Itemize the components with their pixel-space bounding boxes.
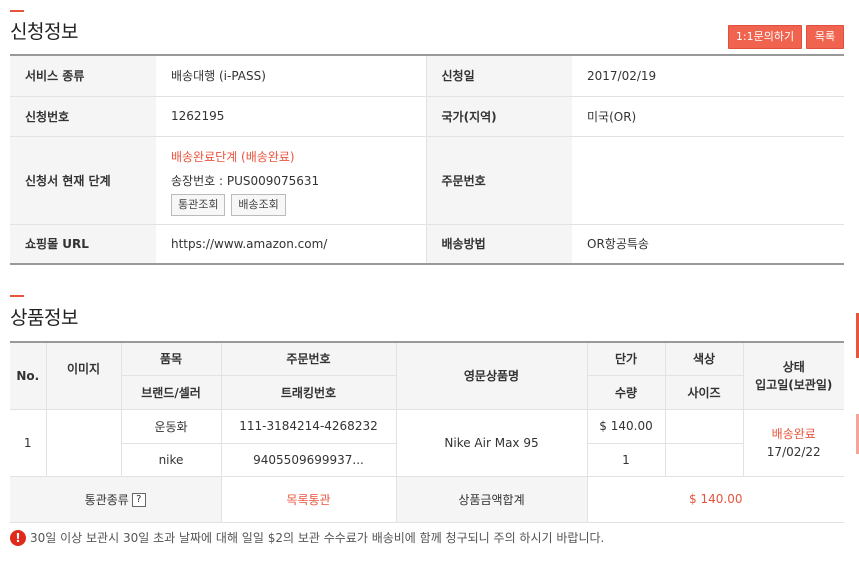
total-amount-value: $ 140.00: [586, 475, 844, 523]
row-order-number: 111-3184214-4268232: [220, 408, 397, 444]
received-date: 17/02/22: [766, 444, 821, 459]
current-stage-label: 신청서 현재 단계: [10, 136, 156, 225]
stage-status: 배송완료단계 (배송완료): [171, 149, 295, 164]
application-info-table: 서비스 종류 배송대행 (i-PASS) 신청일 2017/02/19 신청번호…: [10, 54, 844, 265]
col-order-number: 주문번호: [220, 342, 397, 376]
tracking-text: 송장번호 : PUS009075631: [171, 173, 320, 188]
service-type-value: 배송대행 (i-PASS): [156, 55, 426, 97]
section-accent: [10, 10, 24, 12]
apply-date-value: 2017/02/19: [572, 55, 844, 97]
country-value: 미국(OR): [572, 96, 844, 137]
shipping-method-value: OR항공특송: [587, 237, 649, 252]
row-unit-price: $ 140.00: [586, 408, 666, 444]
col-brand: 브랜드/셀러: [121, 374, 222, 410]
info-row: 서비스 종류 배송대행 (i-PASS) 신청일 2017/02/19: [10, 55, 844, 97]
row-tracking-number: 9405509699937...: [220, 442, 397, 477]
row-status: 배송완료 17/02/22: [742, 408, 844, 477]
row-size: [664, 442, 743, 477]
col-size: 사이즈: [664, 374, 743, 410]
footer-row: 통관종류? 목록통관 상품금액합계 $ 140.00: [10, 475, 844, 523]
info-row: 쇼핑몰 URL https://www.amazon.com/ 배송방법 OR항…: [10, 224, 844, 264]
row-brand: nike: [121, 442, 222, 477]
help-icon[interactable]: ?: [131, 493, 146, 507]
customs-type-value: 목록통관: [220, 475, 397, 523]
row-quantity: 1: [586, 442, 666, 477]
shopping-url-label: 쇼핑몰 URL: [10, 224, 156, 264]
customs-inquiry-button[interactable]: 통관조회: [171, 193, 226, 216]
storage-fee-notice: ! 30일 이상 보관시 30일 초과 날짜에 대해 일일 $2의 보관 수수료…: [10, 529, 604, 546]
col-no: No.: [10, 342, 47, 410]
order-number-value: [572, 136, 844, 225]
col-english-name: 영문상품명: [395, 342, 588, 410]
row-color: [664, 408, 744, 444]
col-color: 색상: [664, 342, 744, 376]
application-number-value: 1262195: [156, 96, 426, 137]
status-badge: 배송완료: [771, 426, 816, 441]
row-item: 운동화: [120, 408, 222, 444]
col-item: 품목: [120, 342, 222, 376]
service-type-label: 서비스 종류: [10, 55, 156, 97]
apply-date-label: 신청일: [425, 55, 572, 97]
total-amount-label: 상품금액합계: [395, 475, 588, 523]
list-button[interactable]: 목록: [806, 25, 844, 49]
current-stage-value: 배송완료단계 (배송완료) 송장번호 : PUS009075631 통관조회 배…: [156, 136, 426, 225]
customs-type-label: 통관종류?: [10, 475, 222, 523]
col-quantity: 수량: [586, 374, 666, 410]
delivery-inquiry-button[interactable]: 배송조회: [231, 193, 286, 216]
section-title-product: 상품정보: [10, 307, 78, 329]
col-status: 상태 입고일(보관일): [742, 342, 844, 410]
inquiry-button[interactable]: 1:1문의하기: [728, 25, 802, 49]
order-number-label: 주문번호: [425, 136, 572, 225]
row-english-name: Nike Air Max 95: [395, 408, 588, 477]
header-row: No. 이미지 품목 주문번호 영문상품명 단가 색상 상태 입고일(보관일): [10, 342, 844, 410]
info-row: 신청서 현재 단계 배송완료단계 (배송완료) 송장번호 : PUS009075…: [10, 136, 844, 225]
section-accent: [10, 295, 24, 297]
table-row: 1 운동화 111-3184214-4268232 Nike Air Max 9…: [10, 408, 844, 477]
info-row: 신청번호 1262195 국가(지역) 미국(OR): [10, 96, 844, 137]
col-image: 이미지: [45, 342, 122, 410]
warning-icon: !: [10, 529, 26, 546]
section-title-application: 신청정보: [10, 21, 78, 43]
row-image: [45, 408, 122, 477]
row-no: 1: [10, 408, 47, 477]
shipping-method-label: 배송방법: [425, 224, 572, 264]
col-tracking-number: 트래킹번호: [220, 374, 397, 410]
notice-text: 30일 이상 보관시 30일 초과 날짜에 대해 일일 $2의 보관 수수료가 …: [30, 531, 605, 545]
application-number-label: 신청번호: [10, 96, 156, 137]
col-unit-price: 단가: [586, 342, 666, 376]
country-label: 국가(지역): [425, 96, 572, 137]
product-info-table: No. 이미지 품목 주문번호 영문상품명 단가 색상 상태 입고일(보관일) …: [10, 341, 844, 523]
shopping-url-value: https://www.amazon.com/: [171, 236, 328, 251]
